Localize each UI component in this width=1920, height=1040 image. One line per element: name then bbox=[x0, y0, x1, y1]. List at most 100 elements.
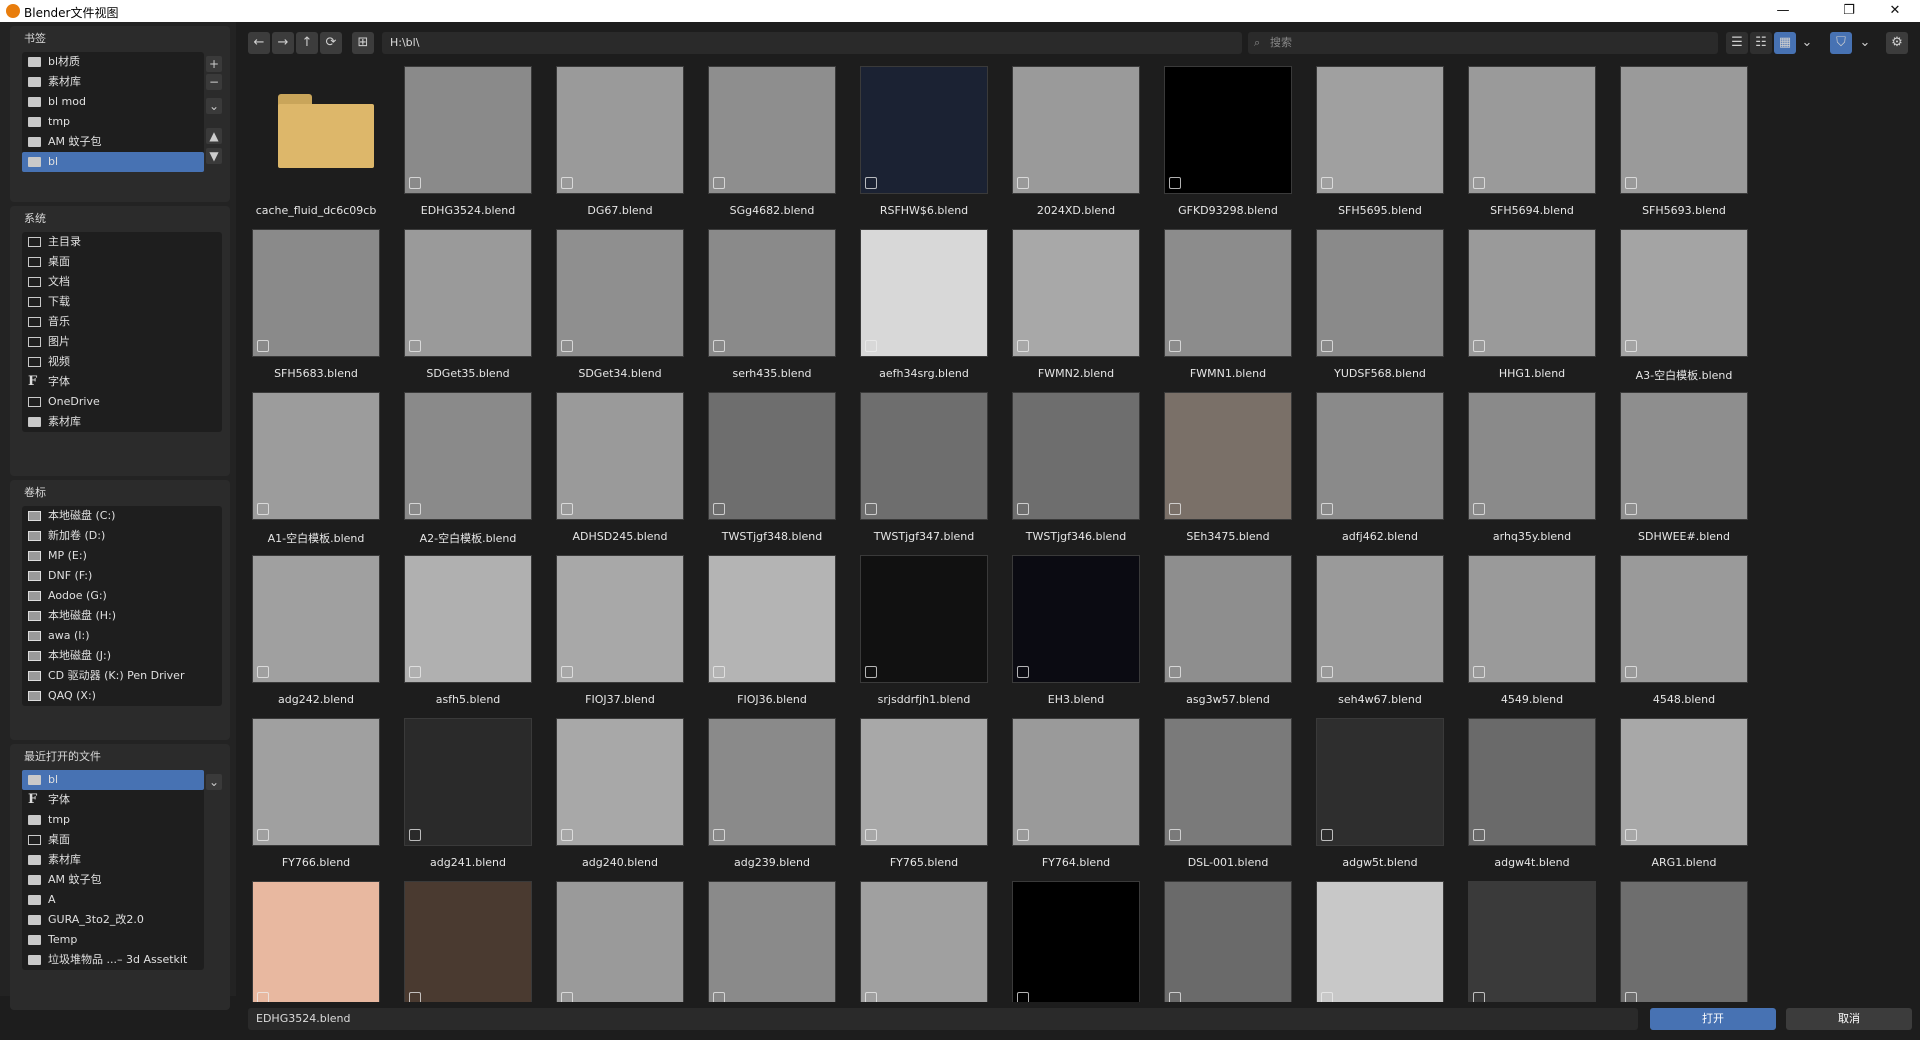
bookmark-menu-button[interactable]: ⌄ bbox=[206, 98, 222, 114]
recent-menu-button[interactable]: ⌄ bbox=[206, 774, 222, 790]
add-bookmark-button[interactable]: + bbox=[206, 56, 222, 72]
file-tile[interactable]: asfh5.blend bbox=[396, 555, 536, 715]
file-tile[interactable]: DSL-001.blend bbox=[1156, 718, 1296, 878]
file-tile[interactable]: adg240.blend bbox=[548, 718, 688, 878]
recent-item[interactable]: 桌面 bbox=[22, 830, 204, 850]
file-tile[interactable]: YUDSF568.blend bbox=[1308, 229, 1448, 389]
file-tile[interactable]: cache_fluid_dc6c09cb bbox=[244, 66, 384, 226]
file-tile[interactable]: SGg4682.blend bbox=[700, 66, 840, 226]
filename-field[interactable]: EDHG3524.blend bbox=[248, 1008, 1638, 1030]
system-item[interactable]: 素材库 bbox=[22, 412, 222, 432]
file-tile[interactable] bbox=[396, 881, 536, 1002]
file-tile[interactable] bbox=[700, 881, 840, 1002]
file-tile[interactable]: FY766.blend bbox=[244, 718, 384, 878]
bookmarks-item[interactable]: bl材质 bbox=[22, 52, 204, 72]
file-tile[interactable]: arhq35y.blend bbox=[1460, 392, 1600, 552]
file-tile[interactable]: RSFHW$6.blend bbox=[852, 66, 992, 226]
file-tile[interactable]: adgw5t.blend bbox=[1308, 718, 1448, 878]
file-tile[interactable]: EH3.blend bbox=[1004, 555, 1144, 715]
file-tile[interactable] bbox=[1156, 881, 1296, 1002]
file-tile[interactable] bbox=[1308, 881, 1448, 1002]
volumes-item[interactable]: 本地磁盘 (H:) bbox=[22, 606, 222, 626]
file-tile[interactable]: SFH5694.blend bbox=[1460, 66, 1600, 226]
horizontal-list-view-icon[interactable]: ☷ bbox=[1750, 32, 1772, 54]
file-tile[interactable]: TWSTjgf347.blend bbox=[852, 392, 992, 552]
maximize-button[interactable]: ❐ bbox=[1826, 0, 1872, 22]
refresh-button[interactable]: ⟳ bbox=[320, 32, 342, 54]
system-item[interactable]: OneDrive bbox=[22, 392, 222, 412]
cancel-button[interactable]: 取消 bbox=[1786, 1008, 1912, 1030]
recent-item[interactable]: F 字体 bbox=[22, 790, 204, 810]
thumbnail-view-icon[interactable]: ▦ bbox=[1774, 32, 1796, 54]
vertical-list-view-icon[interactable]: ☰ bbox=[1726, 32, 1748, 54]
file-tile[interactable]: 2024XD.blend bbox=[1004, 66, 1144, 226]
file-tile[interactable] bbox=[1460, 881, 1600, 1002]
system-item[interactable]: 桌面 bbox=[22, 252, 222, 272]
file-tile[interactable] bbox=[852, 881, 992, 1002]
file-tile[interactable]: A3-空白模板.blend bbox=[1612, 229, 1752, 389]
volumes-item[interactable]: DNF (F:) bbox=[22, 566, 222, 586]
volumes-title[interactable]: 卷标 bbox=[24, 484, 46, 500]
minimize-button[interactable]: — bbox=[1760, 0, 1806, 22]
system-item[interactable]: 图片 bbox=[22, 332, 222, 352]
file-tile[interactable]: SFH5693.blend bbox=[1612, 66, 1752, 226]
volumes-item[interactable]: 新加卷 (D:) bbox=[22, 526, 222, 546]
file-tile[interactable]: SDHWEE#.blend bbox=[1612, 392, 1752, 552]
file-tile[interactable]: FWMN2.blend bbox=[1004, 229, 1144, 389]
system-title[interactable]: 系统 bbox=[24, 210, 46, 226]
file-tile[interactable]: TWSTjgf348.blend bbox=[700, 392, 840, 552]
recent-item[interactable]: A bbox=[22, 890, 204, 910]
file-tile[interactable] bbox=[548, 881, 688, 1002]
filter-icon[interactable]: ⛉ bbox=[1830, 32, 1852, 54]
system-item[interactable]: 视频 bbox=[22, 352, 222, 372]
file-tile[interactable] bbox=[244, 881, 384, 1002]
system-item[interactable]: 下载 bbox=[22, 292, 222, 312]
file-tile[interactable]: adgw4t.blend bbox=[1460, 718, 1600, 878]
volumes-item[interactable]: awa (I:) bbox=[22, 626, 222, 646]
file-tile[interactable]: adg241.blend bbox=[396, 718, 536, 878]
file-tile[interactable]: 4548.blend bbox=[1612, 555, 1752, 715]
forward-button[interactable]: → bbox=[272, 32, 294, 54]
close-button[interactable]: ✕ bbox=[1872, 0, 1918, 22]
volumes-item[interactable]: QAQ (X:) bbox=[22, 686, 222, 706]
file-tile[interactable]: GFKD93298.blend bbox=[1156, 66, 1296, 226]
file-tile[interactable] bbox=[1612, 881, 1752, 1002]
file-tile[interactable]: adg239.blend bbox=[700, 718, 840, 878]
volumes-item[interactable]: 本地磁盘 (C:) bbox=[22, 506, 222, 526]
file-tile[interactable]: HHG1.blend bbox=[1460, 229, 1600, 389]
view-options-dropdown[interactable]: ⌄ bbox=[1796, 32, 1818, 54]
file-tile[interactable]: A2-空白模板.blend bbox=[396, 392, 536, 552]
system-item[interactable]: F 字体 bbox=[22, 372, 222, 392]
search-input[interactable]: ⌕ 搜索 bbox=[1248, 32, 1718, 54]
system-item[interactable]: 文档 bbox=[22, 272, 222, 292]
volumes-item[interactable]: 本地磁盘 (J:) bbox=[22, 646, 222, 666]
bookmarks-title[interactable]: 书签 bbox=[24, 30, 46, 46]
bookmarks-item[interactable]: bl bbox=[22, 152, 204, 172]
file-tile[interactable]: SEh3475.blend bbox=[1156, 392, 1296, 552]
recent-item[interactable]: 垃圾堆物品 ...– 3d Assetkit bbox=[22, 950, 204, 970]
volumes-item[interactable]: Aodoe (G:) bbox=[22, 586, 222, 606]
file-tile[interactable]: SDGet35.blend bbox=[396, 229, 536, 389]
system-item[interactable]: 音乐 bbox=[22, 312, 222, 332]
file-tile[interactable]: serh435.blend bbox=[700, 229, 840, 389]
open-button[interactable]: 打开 bbox=[1650, 1008, 1776, 1030]
file-tile[interactable]: FWMN1.blend bbox=[1156, 229, 1296, 389]
file-tile[interactable]: TWSTjgf346.blend bbox=[1004, 392, 1144, 552]
file-tile[interactable]: 4549.blend bbox=[1460, 555, 1600, 715]
recent-item[interactable]: Temp bbox=[22, 930, 204, 950]
move-up-button[interactable]: ▲ bbox=[206, 128, 222, 144]
bookmarks-item[interactable]: 素材库 bbox=[22, 72, 204, 92]
parent-directory-button[interactable]: ↑ bbox=[296, 32, 318, 54]
file-tile[interactable]: srjsddrfjh1.blend bbox=[852, 555, 992, 715]
file-tile[interactable]: FIOJ36.blend bbox=[700, 555, 840, 715]
recent-title[interactable]: 最近打开的文件 bbox=[24, 748, 101, 764]
file-tile[interactable]: ARG1.blend bbox=[1612, 718, 1752, 878]
file-tile[interactable]: EDHG3524.blend bbox=[396, 66, 536, 226]
file-tile[interactable]: FIOJ37.blend bbox=[548, 555, 688, 715]
volumes-item[interactable]: MP (E:) bbox=[22, 546, 222, 566]
file-tile[interactable] bbox=[1004, 881, 1144, 1002]
file-tile[interactable]: FY764.blend bbox=[1004, 718, 1144, 878]
move-down-button[interactable]: ▼ bbox=[206, 148, 222, 164]
file-tile[interactable]: FY765.blend bbox=[852, 718, 992, 878]
file-tile[interactable]: asg3w57.blend bbox=[1156, 555, 1296, 715]
